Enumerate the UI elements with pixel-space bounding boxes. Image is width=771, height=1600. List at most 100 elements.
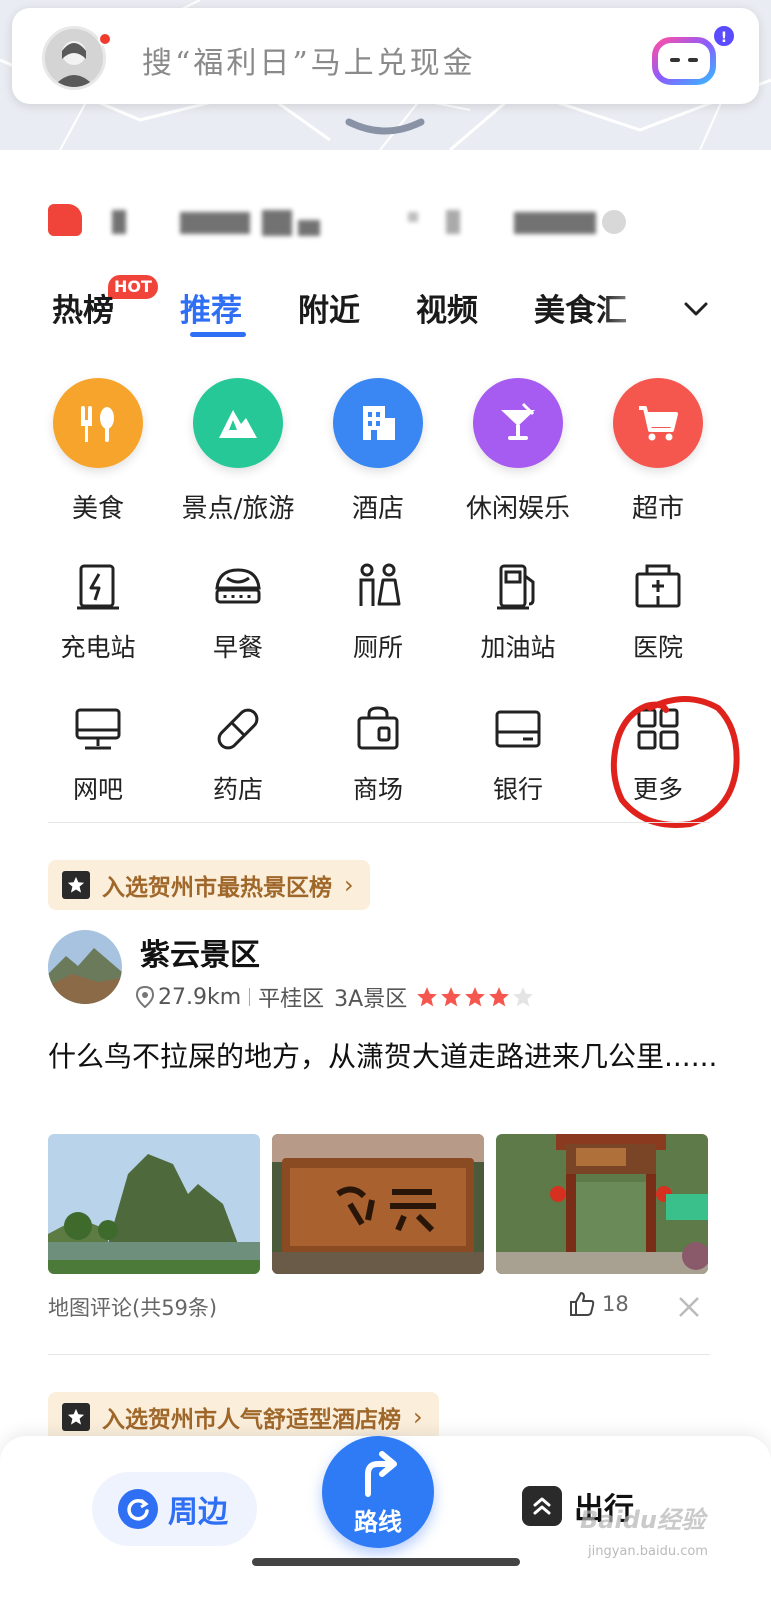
bun-icon (215, 568, 261, 604)
category-label: 景点/旅游 (181, 494, 295, 524)
rank-tag[interactable]: 入选贺州市人气舒适型酒店榜 › (48, 1392, 439, 1442)
route-label: 路线 (354, 1508, 402, 1536)
poi-name[interactable]: 紫云景区 (140, 930, 260, 974)
divider (48, 822, 710, 823)
service-toilet[interactable]: 厕所 (308, 560, 448, 664)
like-count: 18 (602, 1292, 629, 1316)
nearby-button[interactable]: 周边 (92, 1472, 257, 1546)
poi-district: 平桂区 (258, 987, 325, 1012)
review-photo[interactable] (48, 1134, 260, 1274)
star-filled-icon (465, 987, 486, 1007)
rank-tag-label: 入选贺州市最热景区榜 (102, 875, 332, 901)
tab-recommend[interactable]: 推荐 (180, 285, 242, 330)
sheet-handle-chevron-icon[interactable] (345, 112, 425, 142)
star-badge-icon (62, 1403, 90, 1431)
category-scenic[interactable]: 景点/旅游 (168, 378, 308, 525)
monitor-icon (75, 708, 121, 750)
blurred-info-row (48, 198, 648, 248)
charging-station-icon (77, 564, 119, 610)
category-leisure[interactable]: 休闲娱乐 (448, 378, 588, 525)
poi-distance: 27.9km (158, 984, 242, 1010)
watermark-logo: Baidu经验 jingyan.baidu.com (580, 1500, 750, 1570)
chevron-down-icon[interactable] (680, 293, 712, 325)
service-label: 充电站 (60, 633, 136, 662)
service-breakfast[interactable]: 早餐 (168, 560, 308, 664)
mountain-icon (193, 378, 283, 468)
refresh-icon (118, 1489, 158, 1529)
route-arrow-icon (365, 1451, 397, 1497)
shopping-bag-icon (357, 706, 399, 750)
annotation-circle (610, 696, 740, 828)
service-charging[interactable]: 充电站 (28, 560, 168, 664)
service-label: 早餐 (212, 633, 263, 662)
category-label: 美食 (71, 494, 124, 524)
rank-tag-label: 入选贺州市人气舒适型酒店榜 (102, 1407, 401, 1433)
avatar[interactable] (42, 26, 106, 90)
service-mall[interactable]: 商场 (308, 702, 448, 806)
service-bank[interactable]: 银行 (448, 702, 588, 806)
route-button[interactable]: 路线 (322, 1436, 434, 1548)
search-bar[interactable]: 搜“福利日”马上兑现金 ! (12, 8, 759, 104)
service-label: 商场 (352, 775, 403, 804)
home-indicator[interactable] (252, 1558, 520, 1566)
poi-thumbnail[interactable] (48, 930, 122, 1004)
rank-tag[interactable]: 入选贺州市最热景区榜 › (48, 860, 370, 910)
category-label: 休闲娱乐 (465, 494, 570, 524)
review-photo[interactable] (272, 1134, 484, 1274)
category-hotel[interactable]: 酒店 (308, 378, 448, 525)
location-pin-icon (136, 986, 154, 1008)
service-label: 药店 (212, 775, 263, 804)
tab-nearby[interactable]: 附近 (298, 285, 360, 330)
double-chevron-up-icon (522, 1486, 562, 1526)
star-filled-icon (441, 987, 462, 1007)
building-icon (333, 378, 423, 468)
assistant-badge: ! (712, 24, 736, 48)
service-gas[interactable]: 加油站 (448, 560, 588, 664)
chevron-right-icon: › (413, 1403, 423, 1431)
fork-spoon-icon (53, 378, 143, 468)
meta-separator (249, 988, 251, 1006)
service-label: 银行 (492, 775, 543, 804)
bank-card-icon (495, 710, 541, 748)
shopping-cart-icon (613, 378, 703, 468)
poi-meta: 27.9km 平桂区 3A景区 (136, 982, 535, 1012)
watermark-url: jingyan.baidu.com (588, 1544, 708, 1559)
tab-video[interactable]: 视频 (416, 285, 478, 330)
tabs-fade (600, 275, 680, 345)
toilet-icon (359, 563, 401, 606)
hospital-icon (635, 564, 681, 608)
category-food[interactable]: 美食 (28, 378, 168, 525)
star-badge-icon (62, 871, 90, 899)
close-icon[interactable] (676, 1294, 702, 1320)
cocktail-icon (473, 378, 563, 468)
category-label: 超市 (631, 494, 684, 524)
bottom-nav: 周边 路线 出行 Baidu经验 jingyan.baidu.com (0, 1436, 771, 1600)
tab-hot-list[interactable]: 热榜 (52, 285, 114, 330)
service-internet-cafe[interactable]: 网吧 (28, 702, 168, 806)
feed-tabs: HOT 热榜 推荐 附近 视频 美食汇 (0, 275, 771, 345)
search-input[interactable]: 搜“福利日”马上兑现金 (142, 38, 476, 82)
service-label: 厕所 (352, 633, 403, 662)
like-button[interactable]: 18 (568, 1290, 629, 1318)
category-label: 酒店 (351, 494, 404, 524)
active-tab-indicator (190, 332, 246, 337)
star-filled-icon (489, 987, 510, 1007)
notification-dot (98, 32, 112, 46)
star-filled-icon (417, 987, 438, 1007)
service-pharmacy[interactable]: 药店 (168, 702, 308, 806)
service-label: 医院 (632, 633, 683, 662)
service-hospital[interactable]: 医院 (588, 560, 728, 664)
thumbs-up-icon (570, 1292, 595, 1316)
review-photo[interactable] (496, 1134, 708, 1274)
service-label: 网吧 (72, 775, 123, 804)
chevron-right-icon: › (344, 871, 354, 899)
gas-pump-icon (497, 564, 535, 610)
poi-grade: 3A景区 (334, 987, 408, 1012)
voice-assistant-icon[interactable] (652, 36, 716, 86)
category-supermarket[interactable]: 超市 (588, 378, 728, 525)
hot-badge: HOT (108, 275, 158, 299)
review-text[interactable]: 什么鸟不拉屎的地方，从潇贺大道走路进来几公里...... (48, 1032, 728, 1082)
service-label: 加油站 (480, 633, 556, 662)
review-count-link[interactable]: 地图评论(共59条) (48, 1292, 217, 1322)
star-empty-icon (513, 987, 534, 1007)
